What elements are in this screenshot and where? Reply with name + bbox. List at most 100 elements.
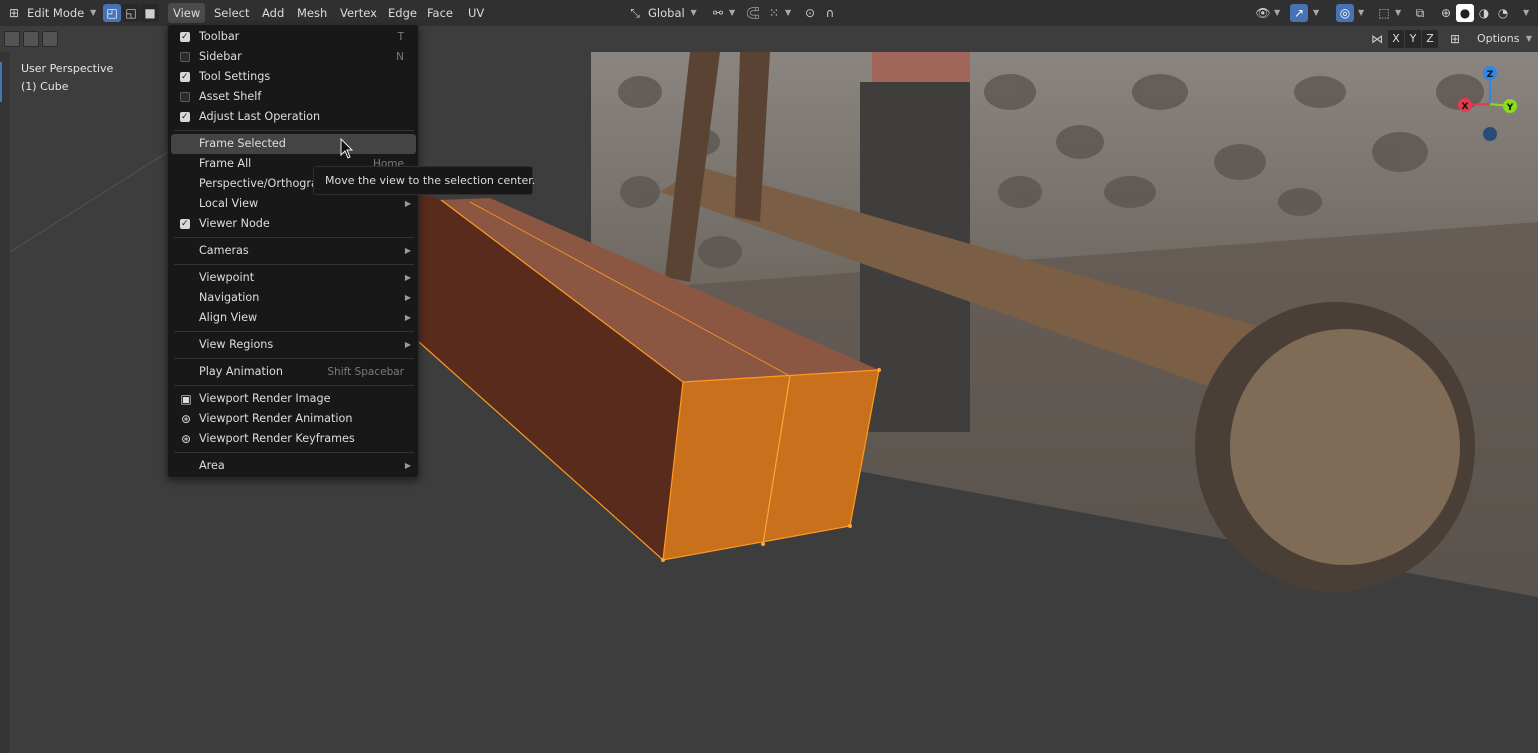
menu-separator xyxy=(174,385,414,386)
menu-add[interactable]: Add xyxy=(257,3,289,23)
menu-item-align-view[interactable]: Align View ▶ xyxy=(171,308,416,328)
menu-item-cameras[interactable]: Cameras ▶ xyxy=(171,241,416,261)
mode-label: Edit Mode xyxy=(27,6,85,20)
rendered-shading-icon[interactable]: ◔ xyxy=(1494,4,1512,22)
menu-item-view-regions[interactable]: View Regions ▶ xyxy=(171,335,416,355)
checkbox-icon xyxy=(180,52,190,62)
menu-item-toolbar[interactable]: Toolbar T xyxy=(171,27,416,47)
shortcut-label: N xyxy=(396,51,404,63)
submenu-arrow-icon: ▶ xyxy=(404,246,411,255)
mesh-edit-overlay-icon[interactable]: ⬚ xyxy=(1375,4,1393,22)
menu-separator xyxy=(174,331,414,332)
chevron-down-icon[interactable]: ▼ xyxy=(729,8,735,17)
submenu-arrow-icon: ▶ xyxy=(404,340,411,349)
transform-orientation-dropdown[interactable]: Global ▼ xyxy=(643,3,699,23)
checkbox-icon xyxy=(180,214,190,234)
snap-target-icon[interactable]: ⁙ xyxy=(765,4,783,22)
pivot-point-icon[interactable]: ⚯ xyxy=(709,4,727,22)
mode-selector[interactable]: Edit Mode ▼ xyxy=(22,3,98,23)
mirror-icon[interactable]: ⋈ xyxy=(1368,30,1386,48)
menu-item-tool-settings[interactable]: Tool Settings xyxy=(171,67,416,87)
transform-orientation-label: Global xyxy=(648,6,685,20)
submenu-arrow-icon: ▶ xyxy=(404,313,411,322)
film-reel-icon: ⊛ xyxy=(180,432,192,446)
chevron-down-icon: ▼ xyxy=(1525,34,1532,43)
edge-select-icon[interactable]: ◱ xyxy=(122,4,140,22)
transform-orientation-icon[interactable]: ⤡ xyxy=(626,4,644,22)
svg-text:Z: Z xyxy=(1487,70,1494,80)
svg-text:Y: Y xyxy=(1506,103,1514,113)
vertex-select-icon[interactable]: ◰ xyxy=(103,4,121,22)
menu-item-area[interactable]: Area ▶ xyxy=(171,456,416,476)
gizmo-toggle-icon[interactable]: ↗ xyxy=(1290,4,1308,22)
chevron-down-icon[interactable]: ▼ xyxy=(785,8,791,17)
wireframe-shading-icon[interactable]: ⊕ xyxy=(1437,4,1455,22)
svg-text:X: X xyxy=(1462,102,1469,112)
checkbox-icon xyxy=(180,67,190,87)
menu-item-sidebar[interactable]: Sidebar N xyxy=(171,47,416,67)
submenu-arrow-icon: ▶ xyxy=(404,199,411,208)
menu-item-asset-shelf[interactable]: Asset Shelf xyxy=(171,87,416,107)
mesh-symmetry-icon[interactable]: ⊞ xyxy=(1446,30,1464,48)
menu-vertex[interactable]: Vertex xyxy=(335,3,382,23)
checkbox-icon xyxy=(180,107,190,127)
mouse-cursor-icon xyxy=(340,138,354,159)
select-new-icon[interactable] xyxy=(4,31,20,47)
menu-item-local-view[interactable]: Local View ▶ xyxy=(171,194,416,214)
menu-face[interactable]: Face xyxy=(422,3,458,23)
xray-toggle-icon[interactable]: ⧉ xyxy=(1411,4,1429,22)
left-toolbar-strip xyxy=(0,52,10,753)
proportional-edit-icon[interactable]: ⊙ xyxy=(801,4,819,22)
view-menu-dropdown: Toolbar T Sidebar N Tool Settings Asset … xyxy=(167,24,419,478)
menu-edge[interactable]: Edge xyxy=(383,3,422,23)
mirror-x-toggle[interactable]: X xyxy=(1388,30,1404,48)
menu-item-viewport-render-image[interactable]: ▣ Viewport Render Image xyxy=(171,389,416,409)
shortcut-label: Shift Spacebar xyxy=(327,366,404,378)
grid-y-axis-line xyxy=(9,143,181,253)
menu-item-viewpoint[interactable]: Viewpoint ▶ xyxy=(171,268,416,288)
overlays-toggle-icon[interactable]: ◎ xyxy=(1336,4,1354,22)
viewport-header: ⊞ Edit Mode ▼ ◰ ◱ ■ View Select Add Mesh… xyxy=(0,0,1538,26)
menu-item-play-animation[interactable]: Play Animation Shift Spacebar xyxy=(171,362,416,382)
snap-toggle-icon[interactable]: 🧲︎ xyxy=(744,4,762,22)
menu-view[interactable]: View xyxy=(168,3,206,23)
menu-separator xyxy=(174,358,414,359)
menu-separator xyxy=(174,130,414,131)
mirror-y-toggle[interactable]: Y xyxy=(1405,30,1421,48)
visibility-eye-icon[interactable]: 👁︎ xyxy=(1254,4,1272,22)
menu-item-navigation[interactable]: Navigation ▶ xyxy=(171,288,416,308)
material-shading-icon[interactable]: ◑ xyxy=(1475,4,1493,22)
submenu-arrow-icon: ▶ xyxy=(404,293,411,302)
submenu-arrow-icon: ▶ xyxy=(404,273,411,282)
menu-item-viewer-node[interactable]: Viewer Node xyxy=(171,214,416,234)
menu-uv[interactable]: UV xyxy=(463,3,489,23)
falloff-curve-icon[interactable]: ∩ xyxy=(821,4,839,22)
face-select-icon[interactable]: ■ xyxy=(141,4,159,22)
menu-select[interactable]: Select xyxy=(209,3,254,23)
menu-item-viewport-render-keyframes[interactable]: ⊛ Viewport Render Keyframes xyxy=(171,429,416,449)
menu-mesh[interactable]: Mesh xyxy=(292,3,332,23)
menu-item-frame-selected[interactable]: Frame Selected xyxy=(171,134,416,154)
navigation-gizmo[interactable]: Z X Y xyxy=(1455,60,1525,150)
menu-item-adjust-last-operation[interactable]: Adjust Last Operation xyxy=(171,107,416,127)
submenu-arrow-icon: ▶ xyxy=(404,461,411,470)
solid-shading-icon[interactable]: ● xyxy=(1456,4,1474,22)
select-extend-icon[interactable] xyxy=(23,31,39,47)
menu-item-viewport-render-animation[interactable]: ⊛ Viewport Render Animation xyxy=(171,409,416,429)
chevron-down-icon[interactable]: ▼ xyxy=(1395,8,1401,17)
active-tool-indicator xyxy=(0,62,2,102)
options-label: Options xyxy=(1477,32,1520,45)
editor-type-icon[interactable]: ⊞ xyxy=(5,4,23,22)
mirror-z-toggle[interactable]: Z xyxy=(1422,30,1438,48)
shortcut-label: T xyxy=(397,31,404,43)
chevron-down-icon[interactable]: ▼ xyxy=(1358,8,1364,17)
options-dropdown[interactable]: Options ▼ xyxy=(1474,30,1534,48)
checkbox-icon xyxy=(180,27,190,47)
checkbox-icon xyxy=(180,92,190,102)
tooltip: Move the view to the selection center. xyxy=(313,166,535,195)
select-subtract-icon[interactable] xyxy=(42,31,58,47)
chevron-down-icon[interactable]: ▼ xyxy=(1313,8,1319,17)
menu-separator xyxy=(174,237,414,238)
chevron-down-icon[interactable]: ▼ xyxy=(1523,8,1529,17)
chevron-down-icon[interactable]: ▼ xyxy=(1274,8,1280,17)
